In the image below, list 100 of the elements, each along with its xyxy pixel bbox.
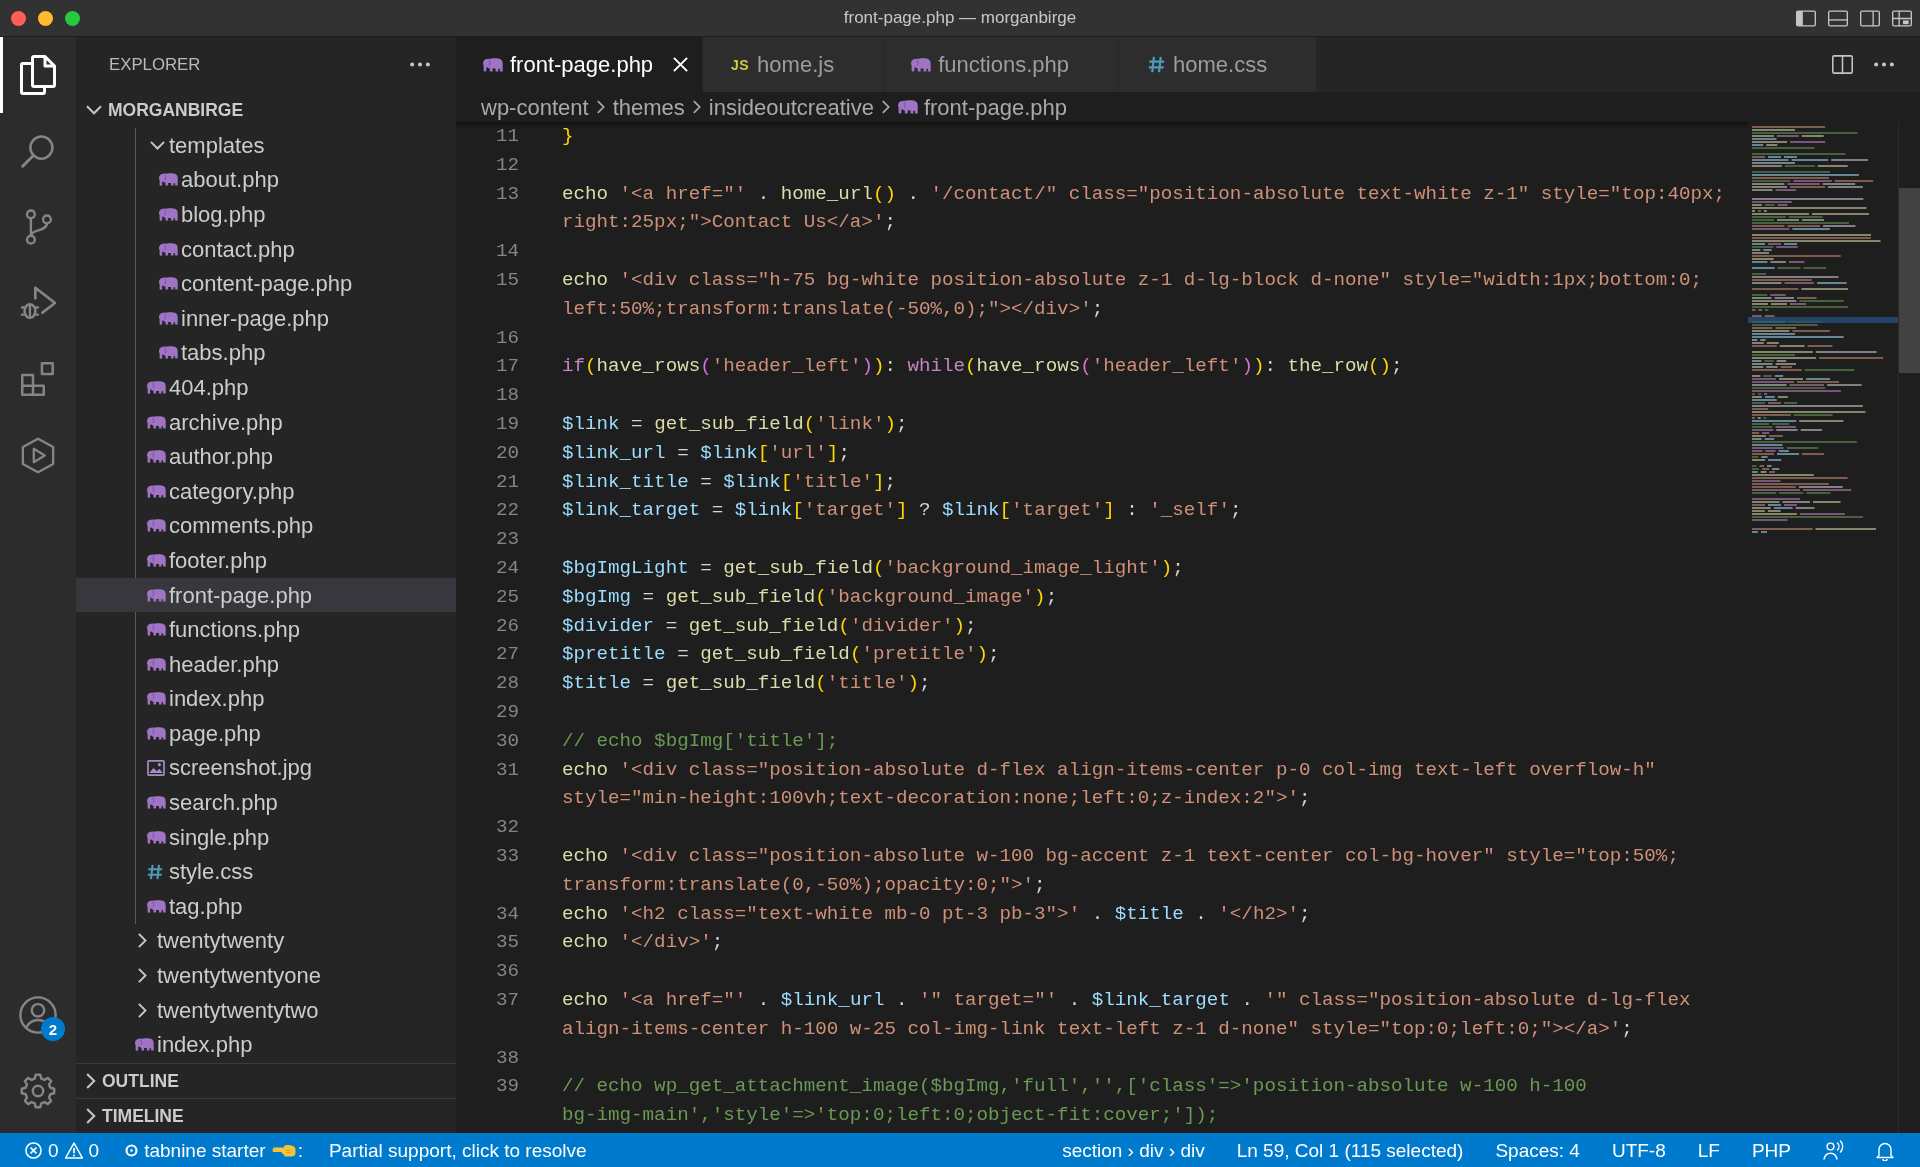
accounts-button[interactable]: 2 [0, 977, 76, 1053]
status-item[interactable]: Partial support, click to resolve [319, 1140, 596, 1160]
status-item[interactable]: Ln 59, Col 1 (115 selected) [1224, 1140, 1476, 1160]
chevron-down-icon[interactable] [86, 105, 102, 115]
status-item[interactable]: LF [1685, 1140, 1732, 1160]
folder-tree-item[interactable]: templates [76, 128, 456, 163]
line-number: 23 [495, 528, 519, 551]
line-number: 29 [495, 700, 519, 723]
folder-tree-item[interactable]: twentytwentytwo [76, 992, 456, 1028]
code-line: echo '<div class="position-absolute w-100 bg-accent z-1 text-center col-bg-hover" style="top:50%;transform:translate(0,-50%);opacity:0;">'; [562, 843, 1679, 898]
chevron-right-icon[interactable] [86, 1108, 96, 1124]
breadcrumb-item[interactable]: wp-content [481, 90, 589, 124]
folder-tree-item[interactable]: twentytwenty [76, 923, 456, 959]
panel-section-header[interactable]: OUTLINE [76, 1063, 456, 1098]
window-zoom-button[interactable] [65, 10, 80, 26]
file-tree-item[interactable]: comments.php [76, 508, 456, 544]
chevron-right-icon [692, 100, 701, 114]
window-minimize-button[interactable] [38, 10, 53, 26]
image-icon [147, 760, 165, 776]
status-item[interactable]: UTF-8 [1599, 1140, 1678, 1160]
file-tree-item[interactable]: content-page.php [76, 266, 456, 301]
file-tree-item[interactable]: inner-page.php [76, 300, 456, 336]
more-icon[interactable] [409, 61, 431, 68]
right-sidebar-layout-icon[interactable] [1860, 9, 1880, 27]
editor-tab[interactable]: JS home.js [703, 37, 885, 92]
file-tree-item[interactable]: front-page.php [76, 577, 456, 613]
line-number: 19 [495, 412, 519, 435]
file-tree-item[interactable]: style.css [76, 854, 456, 890]
file-tree-item[interactable]: category.php [76, 473, 456, 509]
play-bug-icon [20, 286, 56, 320]
line-number: 21 [495, 470, 519, 493]
count-badge: 2 [41, 1017, 65, 1041]
scrollbar-thumb[interactable] [1899, 188, 1920, 373]
line-number: 11 [495, 125, 519, 147]
editor-tab[interactable]: functions.php [884, 37, 1120, 92]
code-line: echo '<div class="position-absolute d-flex align-items-center p-0 col-img text-left overflow-h" style="min-height:100vh;text-decoration:none;left:0;z-index:2">'; [562, 757, 1657, 812]
file-tree-item[interactable]: footer.php [76, 543, 456, 578]
elephant-icon [483, 57, 503, 72]
editor-tab[interactable]: home.css [1119, 37, 1318, 92]
file-tree-item[interactable]: header.php [76, 646, 456, 682]
elephant-icon [147, 899, 166, 913]
code-line: echo '<a href="' . home_url() . '/contact/" class="position-absolute text-white z-1" style="top:40px;right:25px;">Contact Us</a>'; [562, 181, 1725, 236]
file-tree-item[interactable]: 404.php [76, 370, 456, 405]
line-number: 18 [495, 384, 519, 407]
window-close-button[interactable] [11, 10, 26, 26]
line-number: 36 [495, 960, 519, 983]
split-editor-icon[interactable] [1832, 55, 1853, 74]
breadcrumb-item[interactable]: front-page.php [897, 90, 1067, 124]
elephant-icon [147, 588, 166, 602]
chevron-right-icon[interactable] [138, 1002, 147, 1018]
breadcrumb-item[interactable]: themes [612, 90, 685, 124]
status-item[interactable]: 0 0 [16, 1140, 109, 1160]
file-tree-item[interactable]: functions.php [76, 612, 456, 647]
file-tree-item[interactable]: screenshot.jpg [76, 750, 456, 786]
more-icon[interactable] [1873, 61, 1895, 68]
status-item[interactable]: tabnine starter : [116, 1140, 312, 1160]
file-tree-item[interactable]: about.php [76, 162, 456, 198]
file-tree-item[interactable]: blog.php [76, 197, 456, 232]
sidebar-layout-icon[interactable] [1796, 9, 1816, 27]
file-tree-item[interactable]: archive.php [76, 404, 456, 440]
line-number: 32 [495, 816, 519, 839]
status-item[interactable]: section › div › div [1050, 1140, 1217, 1160]
file-tree-item[interactable]: single.php [76, 819, 456, 855]
chevron-right-icon[interactable] [86, 1073, 96, 1089]
folder-section-header[interactable]: MORGANBIRGE [76, 92, 456, 128]
chevron-right-icon [596, 100, 605, 114]
file-tree-item[interactable]: index.php [76, 681, 456, 717]
chevron-right-icon[interactable] [138, 933, 147, 949]
code-line: echo '<h2 class="text-white mb-0 pt-3 pb-3">' . $title . '</h2>'; [562, 901, 1311, 927]
code-line: $bgImgLight = get_sub_field('background_image_light'); [562, 555, 1184, 581]
chevron-right-icon[interactable] [138, 968, 147, 984]
line-number: 20 [495, 441, 519, 464]
file-tree-item[interactable]: author.php [76, 439, 456, 474]
code-line: $title = get_sub_field('title'); [562, 671, 931, 697]
file-tree-item[interactable]: page.php [76, 716, 456, 751]
elephant-icon [147, 657, 166, 671]
window-title: front-page.php — morganbirge [843, 7, 1077, 30]
elephant-icon [147, 450, 166, 464]
layout-grid-icon[interactable] [1892, 9, 1912, 27]
code-line: $link_url = $link['url']; [562, 440, 850, 466]
code-line: echo '<div class="h-75 bg-white position-absolute z-1 d-lg-block d-none" style="width:1px;bottom:0;left:50%;transform:translate(-50%,0);"></div>'; [562, 268, 1702, 322]
code-line: $link_title = $link['title']; [562, 469, 896, 495]
file-tree-item[interactable]: tabs.php [76, 335, 456, 371]
breadcrumb-item[interactable]: insideoutcreative [708, 90, 874, 124]
close-icon[interactable] [672, 57, 688, 72]
code-line: if(have_rows('header_left')): while(have_rows('header_left')): the_row(); [562, 354, 1403, 380]
file-tree-item[interactable]: contact.php [76, 231, 456, 267]
file-tree-item[interactable]: search.php [76, 785, 456, 820]
elephant-icon [147, 830, 166, 844]
panel-layout-icon[interactable] [1828, 9, 1848, 27]
status-item[interactable]: PHP [1739, 1140, 1803, 1160]
blocks-icon [21, 362, 55, 396]
file-tree-item[interactable]: tag.php [76, 889, 456, 924]
chevron-down-icon[interactable] [150, 140, 165, 150]
editor-tab[interactable]: front-page.php [456, 37, 704, 92]
folder-tree-item[interactable]: twentytwentyone [76, 958, 456, 993]
code-line: // echo $bgImg['title']; [562, 728, 839, 754]
file-tree-item[interactable]: index.php [76, 1027, 456, 1063]
line-number: 16 [495, 326, 519, 349]
status-item[interactable]: Spaces: 4 [1483, 1140, 1592, 1160]
